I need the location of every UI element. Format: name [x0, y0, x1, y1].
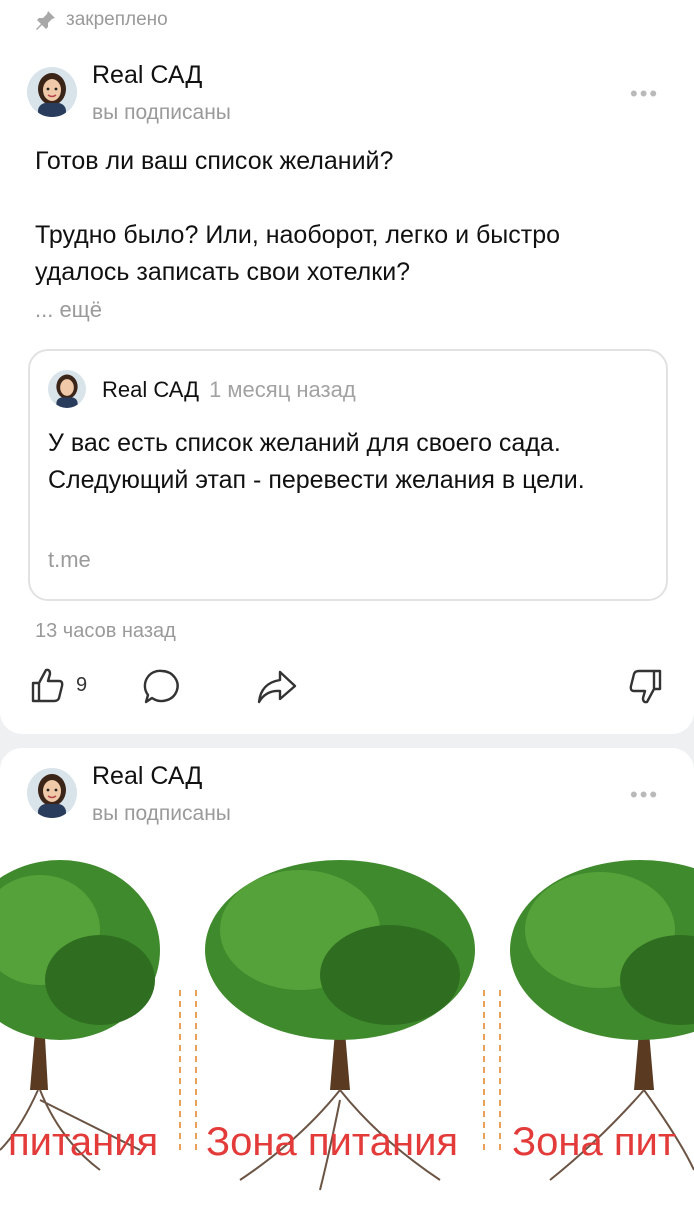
share-icon[interactable] [256, 668, 298, 706]
image-label-2: Зона питания [206, 1120, 459, 1164]
pin-icon [36, 11, 55, 30]
show-more-link[interactable]: ... ещё [35, 297, 102, 323]
repost-card[interactable]: Real САД 1 месяц назад У вас есть список… [28, 349, 668, 601]
repost-avatar [48, 370, 86, 408]
post-menu-button[interactable]: ••• [630, 81, 659, 107]
repost-time: 1 месяц назад [209, 377, 356, 402]
repost-author[interactable]: Real САД [102, 377, 199, 403]
pinned-post-card: закреплено Real САД вы подписаны ••• Гот… [0, 0, 694, 734]
image-label-1: питания [8, 1120, 159, 1164]
thumbs-down-icon[interactable] [627, 668, 663, 706]
pinned-label: закреплено [66, 9, 168, 30]
like-button[interactable]: 9 [30, 666, 87, 704]
pinned-indicator: закреплено [34, 8, 168, 32]
thumbs-up-icon [31, 668, 64, 703]
author-name[interactable]: Real САД [92, 61, 202, 90]
subscription-status: вы подписаны [92, 802, 231, 825]
repost-text: У вас есть список желаний для своего сад… [48, 429, 585, 494]
post-image[interactable]: питания Зона питания Зона пит [0, 850, 694, 1200]
image-label-3: Зона пит [512, 1120, 677, 1164]
post-timestamp: 13 часов назад [35, 620, 176, 642]
comment-icon[interactable] [143, 668, 181, 706]
like-count: 9 [76, 673, 88, 696]
avatar[interactable] [27, 768, 77, 818]
author-name[interactable]: Real САД [92, 762, 202, 791]
avatar[interactable] [27, 67, 77, 117]
subscription-status: вы подписаны [92, 101, 231, 124]
repost-link[interactable]: t.me [48, 547, 91, 573]
post-menu-button[interactable]: ••• [630, 782, 659, 808]
post-text: Готов ли ваш список желаний? Трудно было… [35, 147, 561, 286]
